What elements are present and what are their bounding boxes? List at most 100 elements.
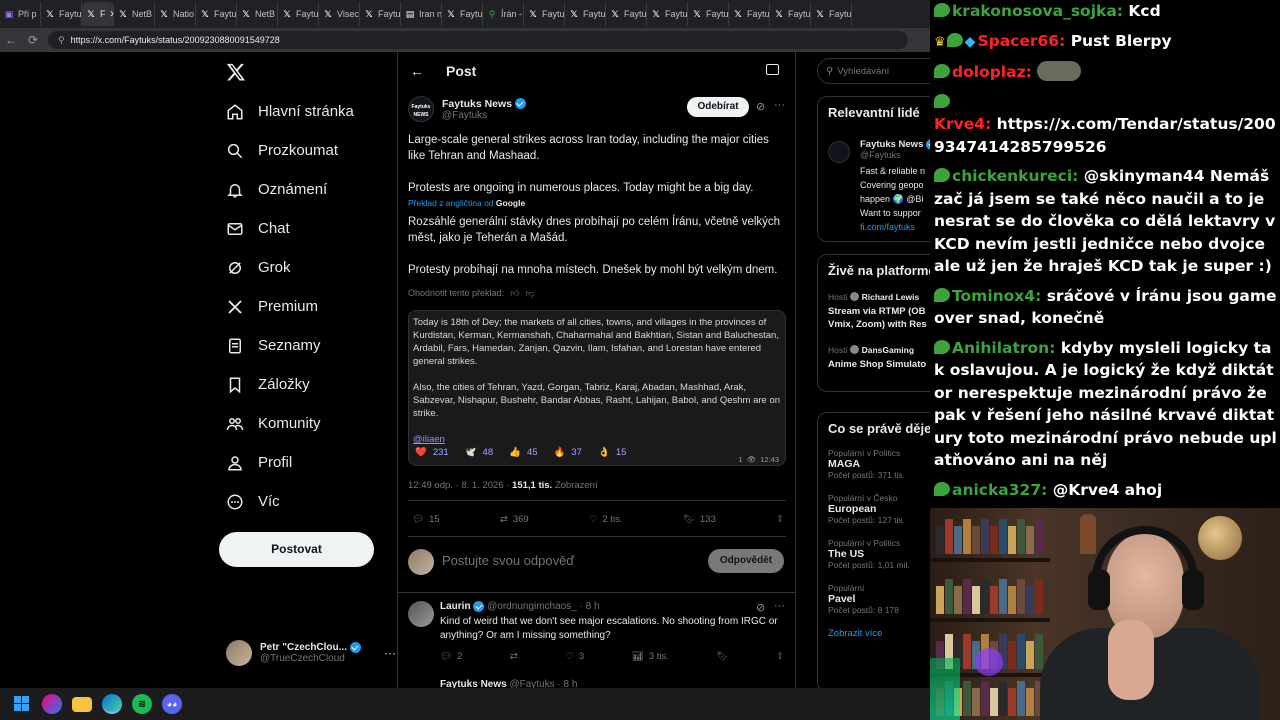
browser-tab[interactable]: 𝕏 NetB [114, 2, 155, 26]
views-action[interactable]: 📊︎ 3 tis. [632, 651, 669, 662]
timestamp-text[interactable]: 12:49 odp. · 8. 1. 2026 · [408, 480, 509, 491]
avatar[interactable] [408, 601, 434, 627]
reload-icon[interactable]: ⟳ [22, 33, 44, 47]
thumbs-down-icon[interactable]: 👎︎ [525, 288, 534, 299]
more-dots-icon[interactable]: ··· [774, 99, 785, 111]
live-item[interactable]: Hostí Richard Lewis Stream via RTMP (OB V… [828, 292, 930, 331]
nav-item-communities[interactable]: Komunity [218, 404, 388, 443]
reaction-chip[interactable]: 🕊️ 48 [465, 446, 493, 459]
copilot-icon[interactable] [42, 694, 62, 714]
reply-handle[interactable]: @ordnungimchaos_ [487, 601, 577, 612]
nav-item-bell[interactable]: Oznámení [218, 170, 388, 209]
chat-username[interactable]: chickenkureci [952, 167, 1072, 185]
browser-tab[interactable]: 𝕏 Faytu [524, 2, 565, 26]
windows-start-icon[interactable] [12, 694, 32, 714]
address-bar[interactable]: ⚲ https://x.com/Faytuks/status/200923088… [48, 31, 908, 49]
avatar[interactable] [828, 141, 850, 163]
like-action[interactable]: ♡ 3 [565, 651, 584, 662]
browser-tab[interactable]: 𝕏 Faytu [565, 2, 606, 26]
more-dots-icon[interactable]: ··· [384, 646, 396, 660]
chat-username[interactable]: Anihilatron [952, 339, 1049, 357]
more-dots-icon[interactable]: ··· [774, 600, 785, 612]
quoted-media[interactable]: Today is 18th of Dey; the markets of all… [408, 310, 786, 466]
author-avatar[interactable]: Faytuks NEWS [408, 96, 434, 122]
next-reply-author[interactable]: Faytuks News [440, 679, 507, 688]
browser-tab[interactable]: 𝕏 Visec [319, 2, 360, 26]
chat-username[interactable]: krakonosova_sojka [952, 2, 1117, 20]
browser-tab[interactable]: ▣ Při p [0, 2, 41, 26]
browser-tab[interactable]: 𝕏 NetB [237, 2, 278, 26]
browser-tab[interactable]: 𝕏F✕ [82, 2, 114, 26]
edge-icon[interactable] [102, 694, 122, 714]
author-handle[interactable]: @Faytuks [442, 110, 526, 121]
browser-tab[interactable]: 𝕏 Faytu [41, 2, 82, 26]
share-icon[interactable]: ⇪ [776, 514, 784, 525]
chat-username[interactable]: doloplaz [952, 63, 1026, 81]
repost-action[interactable]: ⇄ 369 [500, 514, 529, 525]
search-input[interactable]: ⚲ Vyhledávání [817, 58, 930, 84]
chat-username[interactable]: Tominox4 [952, 287, 1035, 305]
reader-mode-icon[interactable] [766, 64, 779, 75]
site-info-icon[interactable]: ⚲ [58, 31, 65, 49]
reply-input[interactable]: Postujte svou odpověď [442, 553, 574, 568]
quote-mention[interactable]: @iliaen [413, 433, 781, 446]
nav-item-bookmark[interactable]: Záložky [218, 365, 388, 404]
browser-tab[interactable]: ⚲ Írán - [483, 2, 524, 26]
repost-action[interactable]: ⇄ [510, 651, 518, 662]
reply-author[interactable]: Laurin [440, 601, 471, 612]
spotify-icon[interactable]: ≋ [132, 694, 152, 714]
discord-icon[interactable]: ◕◕ [162, 694, 182, 714]
browser-tab[interactable]: ▤ Iran n [401, 2, 442, 26]
translation-label[interactable]: Překlad z angličtina od [408, 198, 494, 208]
back-arrow-icon[interactable]: ← [410, 63, 424, 79]
nav-item-search[interactable]: Prozkoumat [218, 131, 388, 170]
reply-button[interactable]: Odpovědět [708, 549, 784, 573]
grok-icon[interactable]: ⊘ [756, 601, 765, 614]
browser-tab[interactable]: 𝕏 Natio [155, 2, 196, 26]
reaction-chip[interactable]: 👍 45 [509, 446, 537, 459]
chat-username[interactable]: Spacer66 [977, 32, 1059, 50]
browser-tab[interactable]: 𝕏 Faytu [729, 2, 770, 26]
trend-item[interactable]: Populární Pavel Počet postů: 8 178 [828, 583, 930, 615]
chat-username[interactable]: anicka327 [952, 481, 1041, 499]
bookmark-action[interactable]: 🔖︎ 133 [683, 514, 716, 525]
nav-item-x-premium[interactable]: Premium [218, 287, 388, 326]
browser-tab[interactable]: 𝕏 Faytu [360, 2, 401, 26]
follow-button[interactable]: Odebírat [687, 97, 749, 117]
back-icon[interactable]: ← [0, 33, 22, 47]
post-button[interactable]: Postovat [219, 532, 374, 567]
browser-tab[interactable]: 𝕏 Faytu [278, 2, 319, 26]
trend-item[interactable]: Populární v Politics The US Počet postů: 1… [828, 538, 930, 570]
nav-item-grok[interactable]: Grok [218, 248, 388, 287]
reaction-chip[interactable]: 👌 15 [598, 446, 626, 459]
grok-icon[interactable]: ⊘ [756, 100, 765, 113]
reaction-chip[interactable]: ❤️ 231 [415, 446, 449, 459]
nav-item-more-circle[interactable]: Víc [218, 482, 388, 521]
browser-tab[interactable]: 𝕏 Faytu [196, 2, 237, 26]
nav-item-profile[interactable]: Profil [218, 443, 388, 482]
browser-tab[interactable]: 𝕏 Faytu [442, 2, 483, 26]
nav-item-home[interactable]: Hlavní stránka [218, 92, 388, 131]
browser-tab[interactable]: 𝕏 Faytu [811, 2, 852, 26]
account-switcher[interactable]: Petr "CzechClou... @TrueCzechCloud ··· [226, 640, 396, 666]
thumbs-up-icon[interactable]: 👍︎ [510, 288, 519, 299]
trend-item[interactable]: Populární v Česko European Počet postů: 12… [828, 493, 930, 525]
browser-tab[interactable]: 𝕏 Faytu [647, 2, 688, 26]
file-explorer-icon[interactable] [72, 696, 92, 712]
reply-action[interactable]: 💬︎ 15 [412, 514, 440, 525]
x-logo-icon[interactable] [226, 62, 246, 82]
bookmark-icon[interactable]: 🔖︎ [716, 651, 728, 662]
reply-post[interactable]: Laurin @ordnungimchaos_ · 8 h ⊘ ··· Kind… [398, 593, 795, 688]
live-item[interactable]: Hostí DansGaming Anime Shop Simulato [828, 345, 930, 371]
browser-tab[interactable]: 𝕏 Faytu [606, 2, 647, 26]
browser-tab[interactable]: 𝕏 Faytu [688, 2, 729, 26]
show-more-link[interactable]: Zobrazit více [828, 628, 930, 639]
nav-item-list[interactable]: Seznamy [218, 326, 388, 365]
author-name[interactable]: Faytuks News [442, 98, 512, 110]
reply-action[interactable]: 💬︎ 2 [440, 651, 462, 662]
trend-item[interactable]: Populární v Politics MAGA Počet postů: 371… [828, 448, 930, 480]
person-name[interactable]: Faytuks News [860, 139, 923, 150]
share-icon[interactable]: ⇪ [776, 651, 784, 662]
nav-item-mail[interactable]: Chat [218, 209, 388, 248]
browser-tab[interactable]: 𝕏 Faytu [770, 2, 811, 26]
